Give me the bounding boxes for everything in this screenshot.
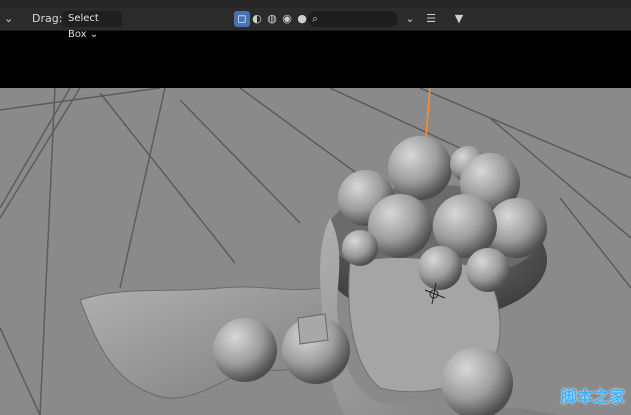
top-menu-bar	[0, 0, 631, 8]
chevron-down-icon: ⌄	[89, 29, 99, 40]
search-input[interactable]: ⌕	[308, 11, 398, 27]
select-mode-icon[interactable]: ◻	[234, 11, 250, 27]
apple-slice	[297, 313, 329, 345]
material-preview-icon[interactable]: ◉	[279, 11, 295, 27]
3d-viewport[interactable]: 脚本之家	[0, 88, 631, 415]
drag-mode-dropdown[interactable]: Select Box ⌄	[62, 11, 122, 40]
funnel-filter-icon[interactable]: ▼	[451, 11, 467, 27]
watermark: 脚本之家	[560, 387, 625, 406]
outliner-view-icon[interactable]: ☰	[423, 11, 439, 27]
render-mode-icon[interactable]: ◍	[264, 11, 280, 27]
filter-dropdown-icon[interactable]: ⌄	[402, 11, 418, 27]
scene-render	[0, 88, 631, 415]
chevron-down-icon[interactable]: ⌄	[4, 8, 13, 30]
viewport-header-toolbar: ⌄ Drag: Select Box ⌄ ◻ ◐ ◍ ◉ ● ⌕ ⌄ ☰ ▼	[0, 8, 631, 40]
search-icon: ⌕	[312, 12, 319, 25]
viewport-shading-icon[interactable]: ◐	[249, 11, 265, 27]
drag-label: Drag:	[32, 12, 63, 25]
